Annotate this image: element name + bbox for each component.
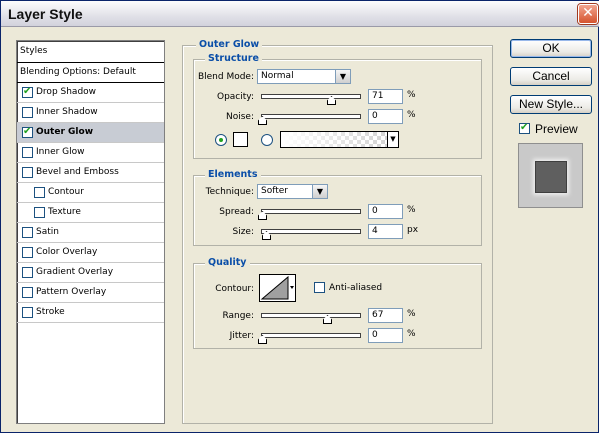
solid-color-radio[interactable]	[215, 134, 227, 146]
contour-picker[interactable]	[259, 274, 296, 302]
style-item-checkbox[interactable]	[22, 307, 33, 318]
blend-mode-value: Normal	[261, 71, 294, 81]
style-item-checkbox[interactable]	[22, 107, 33, 118]
styles-header[interactable]: Styles	[17, 41, 164, 63]
spread-slider[interactable]	[261, 209, 361, 214]
style-item-label: Outer Glow	[36, 127, 94, 137]
range-label: Range:	[222, 311, 254, 321]
close-icon[interactable]: ✕	[578, 4, 598, 24]
ok-button[interactable]: OK	[510, 39, 592, 58]
style-item-checkbox[interactable]	[22, 167, 33, 178]
style-item[interactable]: Texture	[17, 203, 164, 223]
chevron-down-icon: ▼	[335, 70, 350, 83]
preview-label: Preview	[535, 122, 578, 136]
opacity-unit: %	[407, 90, 416, 100]
technique-value: Softer	[261, 186, 288, 196]
style-item-checkbox[interactable]	[22, 287, 33, 298]
noise-unit: %	[407, 110, 416, 120]
style-item-checkbox[interactable]	[22, 86, 33, 98]
chevron-down-icon: ▼	[312, 185, 327, 198]
style-item-checkbox[interactable]	[22, 126, 33, 138]
spread-label: Spread:	[219, 207, 254, 217]
style-item-label: Pattern Overlay	[36, 287, 107, 297]
new-style-button[interactable]: New Style...	[510, 95, 592, 114]
spread-input[interactable]: 0	[368, 204, 403, 219]
style-item-label: Satin	[36, 227, 59, 237]
jitter-unit: %	[407, 329, 416, 339]
gradient-radio[interactable]	[261, 134, 273, 146]
technique-label: Technique:	[205, 187, 254, 197]
size-slider[interactable]	[261, 229, 361, 234]
structure-title: Structure	[205, 53, 262, 64]
style-item-checkbox[interactable]	[34, 187, 45, 198]
technique-select[interactable]: Softer ▼	[257, 184, 328, 199]
style-item-label: Bevel and Emboss	[36, 167, 119, 177]
opacity-slider[interactable]	[261, 94, 361, 99]
style-item[interactable]: Bevel and Emboss	[17, 163, 164, 183]
opacity-label: Opacity:	[217, 92, 254, 102]
contour-label: Contour:	[215, 284, 254, 294]
style-item-label: Stroke	[36, 307, 65, 317]
style-item-label: Color Overlay	[36, 247, 98, 257]
range-input[interactable]: 67	[368, 308, 403, 323]
style-item-checkbox[interactable]	[22, 267, 33, 278]
style-item-label: Gradient Overlay	[36, 267, 114, 277]
jitter-slider[interactable]	[261, 333, 361, 338]
style-preview-thumbnail	[518, 143, 583, 208]
style-item-label: Inner Shadow	[36, 107, 98, 117]
preview-checkbox[interactable]	[519, 122, 530, 134]
style-item[interactable]: Stroke	[17, 303, 164, 323]
style-item[interactable]: Inner Shadow	[17, 103, 164, 123]
style-item-label: Contour	[48, 187, 84, 197]
title-bar: Layer Style ✕	[1, 1, 599, 27]
size-input[interactable]: 4	[368, 224, 403, 239]
style-item-checkbox[interactable]	[22, 227, 33, 238]
outer-glow-title: Outer Glow	[196, 39, 263, 50]
jitter-input[interactable]: 0	[368, 328, 403, 343]
anti-aliased-checkbox[interactable]	[314, 282, 325, 293]
blend-mode-select[interactable]: Normal ▼	[257, 69, 351, 84]
noise-label: Noise:	[226, 112, 254, 122]
noise-input[interactable]: 0	[368, 109, 403, 124]
style-item[interactable]: Pattern Overlay	[17, 283, 164, 303]
blending-options-item[interactable]: Blending Options: Default	[17, 63, 164, 83]
style-item-label: Inner Glow	[36, 147, 85, 157]
cancel-button[interactable]: Cancel	[510, 67, 592, 86]
styles-list: Styles Blending Options: Default Drop Sh…	[16, 40, 165, 424]
elements-title: Elements	[205, 169, 261, 180]
jitter-label: Jitter:	[229, 331, 254, 341]
glow-gradient-picker[interactable]: ▼	[280, 131, 399, 148]
noise-slider[interactable]	[261, 114, 361, 119]
style-item[interactable]: Gradient Overlay	[17, 263, 164, 283]
opacity-input[interactable]: 71	[368, 89, 403, 104]
chevron-down-icon: ▼	[387, 132, 398, 147]
spread-unit: %	[407, 205, 416, 215]
style-item-checkbox[interactable]	[34, 207, 45, 218]
style-item[interactable]: Drop Shadow	[17, 83, 164, 103]
preview-swatch	[535, 161, 567, 193]
glow-color-swatch[interactable]	[233, 132, 248, 147]
size-label: Size:	[232, 227, 254, 237]
style-item-checkbox[interactable]	[22, 247, 33, 258]
size-unit: px	[407, 225, 419, 235]
dialog-title: Layer Style	[8, 6, 83, 22]
layer-style-dialog: Layer Style ✕ Styles Blending Options: D…	[0, 0, 599, 433]
style-item[interactable]: Inner Glow	[17, 143, 164, 163]
style-item[interactable]: Color Overlay	[17, 243, 164, 263]
style-item[interactable]: Contour	[17, 183, 164, 203]
style-item[interactable]: Satin	[17, 223, 164, 243]
range-slider[interactable]	[261, 313, 361, 318]
blend-mode-label: Blend Mode:	[197, 72, 254, 82]
style-item[interactable]: Outer Glow	[17, 123, 164, 143]
style-item-label: Drop Shadow	[36, 87, 97, 97]
quality-title: Quality	[205, 257, 250, 268]
style-item-label: Texture	[48, 207, 81, 217]
range-unit: %	[407, 309, 416, 319]
anti-aliased-label: Anti-aliased	[329, 283, 383, 293]
style-item-checkbox[interactable]	[22, 147, 33, 158]
contour-curve-icon	[260, 275, 295, 301]
